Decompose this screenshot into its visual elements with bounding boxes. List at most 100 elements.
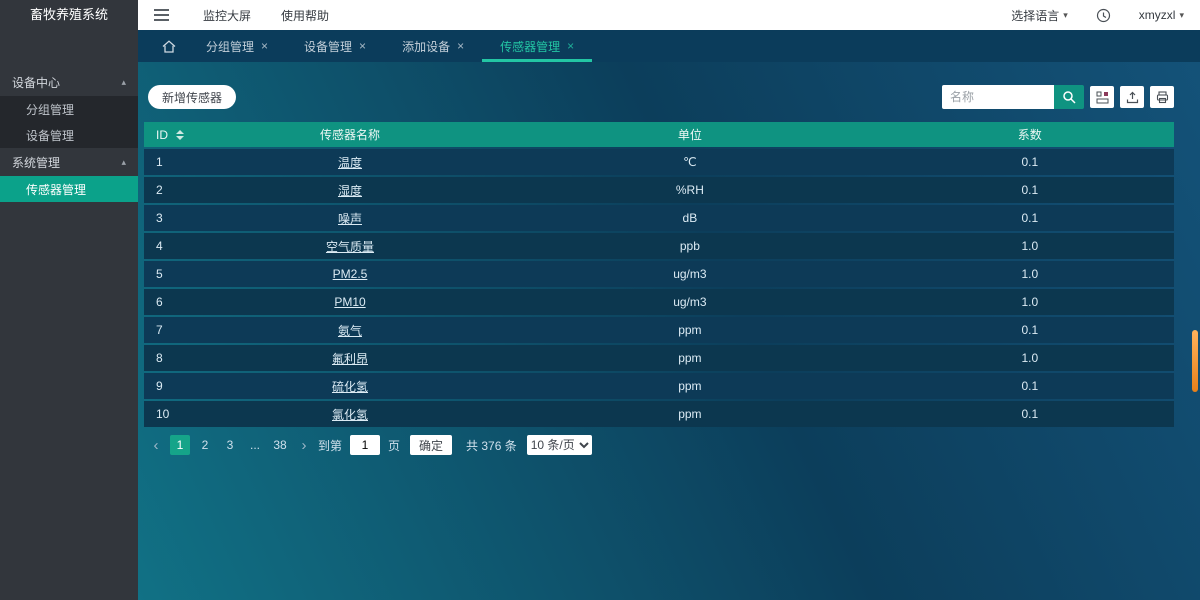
cell-coef: 0.1 xyxy=(886,373,1174,399)
topnav-item[interactable]: 监控大屏 xyxy=(203,7,251,24)
caret-down-icon: ▾ xyxy=(1179,10,1184,21)
search-input[interactable] xyxy=(942,85,1054,109)
confirm-button[interactable]: 确定 xyxy=(410,435,452,455)
cell-coef: 1.0 xyxy=(886,345,1174,371)
sensor-name-link[interactable]: 湿度 xyxy=(338,184,362,198)
cell-unit: %RH xyxy=(494,177,885,203)
sidebar: 畜牧养殖系统 设备中心 ▴ 分组管理 ▴ 设备管理 ▴ 系统管理 ▴ 传感器管理… xyxy=(0,0,138,600)
page-button[interactable]: 2 xyxy=(195,435,215,455)
cell-id: 10 xyxy=(144,401,206,427)
sensor-name-link[interactable]: 噪声 xyxy=(338,212,362,226)
tab[interactable]: 传感器管理 × xyxy=(482,30,592,62)
tab-close-icon[interactable]: × xyxy=(359,39,366,53)
cell-id: 3 xyxy=(144,205,206,231)
goto-page-input[interactable] xyxy=(350,435,380,455)
sensor-name-link[interactable]: 氟利昂 xyxy=(332,352,368,366)
cell-id: 7 xyxy=(144,317,206,343)
add-sensor-button[interactable]: 新增传感器 xyxy=(148,85,236,109)
table-row: 10 氯化氢 ppm 0.1 xyxy=(144,401,1174,427)
pagination: ‹ 123...38 › 到第 页 确定 共 376 条 10 条/页 xyxy=(148,435,1174,455)
cell-unit: dB xyxy=(494,205,885,231)
column-header-name: 传感器名称 xyxy=(206,122,494,147)
cell-coef: 1.0 xyxy=(886,261,1174,287)
columns-grid-button[interactable] xyxy=(1090,86,1114,108)
table-row: 3 噪声 dB 0.1 xyxy=(144,205,1174,231)
table-row: 8 氟利昂 ppm 1.0 xyxy=(144,345,1174,371)
language-select[interactable]: 选择语言 ▾ xyxy=(1011,7,1068,24)
tab-close-icon[interactable]: × xyxy=(457,39,464,53)
sidebar-item[interactable]: 设备中心 ▴ xyxy=(0,68,138,96)
cell-name: 噪声 xyxy=(206,205,494,231)
cell-coef: 0.1 xyxy=(886,149,1174,175)
cell-id: 1 xyxy=(144,149,206,175)
page-button[interactable]: 38 xyxy=(270,435,290,455)
toolbar: 新增传感器 xyxy=(148,84,1174,110)
export-button[interactable] xyxy=(1120,86,1144,108)
sensor-name-link[interactable]: 温度 xyxy=(338,156,362,170)
user-menu[interactable]: xmyzxl ▾ xyxy=(1139,8,1184,22)
cell-name: 温度 xyxy=(206,149,494,175)
topnav: 监控大屏 使用帮助 xyxy=(203,7,329,24)
sensor-name-link[interactable]: 氯化氢 xyxy=(332,408,368,422)
page-size-select[interactable]: 10 条/页 xyxy=(527,435,592,455)
tab-close-icon[interactable]: × xyxy=(567,39,574,53)
page-button[interactable]: ... xyxy=(245,435,265,455)
sensor-name-link[interactable]: PM2.5 xyxy=(333,267,368,281)
sensor-table: ID 传感器名称 单位 系数 1 温度 ℃ 0.1 2 湿度 %RH 0.1 3 xyxy=(144,120,1174,429)
sensor-name-link[interactable]: 空气质量 xyxy=(326,240,374,254)
caret-up-icon: ▴ xyxy=(121,157,126,168)
table-row: 9 硫化氢 ppm 0.1 xyxy=(144,373,1174,399)
sidebar-item[interactable]: 分组管理 ▴ xyxy=(0,96,138,122)
prev-page-button[interactable]: ‹ xyxy=(148,437,164,454)
table-row: 1 温度 ℃ 0.1 xyxy=(144,149,1174,175)
sensor-name-link[interactable]: PM10 xyxy=(334,295,365,309)
topbar: 监控大屏 使用帮助 选择语言 ▾ xmyzxl ▾ xyxy=(138,0,1200,30)
cell-coef: 0.1 xyxy=(886,317,1174,343)
print-icon xyxy=(1156,91,1169,104)
tab[interactable]: 设备管理 × xyxy=(286,30,384,62)
cell-coef: 1.0 xyxy=(886,233,1174,259)
tab-close-icon[interactable]: × xyxy=(261,39,268,53)
page-button[interactable]: 1 xyxy=(170,435,190,455)
cell-name: 氟利昂 xyxy=(206,345,494,371)
cell-coef: 0.1 xyxy=(886,401,1174,427)
table-row: 5 PM2.5 ug/m3 1.0 xyxy=(144,261,1174,287)
caret-down-icon: ▾ xyxy=(1063,10,1068,21)
tabbar: 分组管理 × 设备管理 × 添加设备 × 传感器管理 × xyxy=(138,30,1200,62)
main-area: 监控大屏 使用帮助 选择语言 ▾ xmyzxl ▾ xyxy=(138,0,1200,600)
sidebar-item[interactable]: 设备管理 ▴ xyxy=(0,122,138,148)
column-header-id: ID xyxy=(144,122,206,147)
scrollbar-thumb[interactable] xyxy=(1192,330,1198,392)
language-label: 选择语言 xyxy=(1011,7,1059,24)
topnav-item[interactable]: 使用帮助 xyxy=(281,7,329,24)
cell-id: 9 xyxy=(144,373,206,399)
page-button[interactable]: 3 xyxy=(220,435,240,455)
table-row: 2 湿度 %RH 0.1 xyxy=(144,177,1174,203)
cell-id: 2 xyxy=(144,177,206,203)
table-row: 7 氨气 ppm 0.1 xyxy=(144,317,1174,343)
home-icon xyxy=(162,40,176,53)
sidebar-nav: 设备中心 ▴ 分组管理 ▴ 设备管理 ▴ 系统管理 ▴ 传感器管理 ▴ xyxy=(0,30,138,202)
sidebar-item[interactable]: 系统管理 ▴ xyxy=(0,148,138,176)
sidebar-item[interactable]: 传感器管理 ▴ xyxy=(0,176,138,202)
cell-unit: ppm xyxy=(494,317,885,343)
goto-label: 到第 xyxy=(318,437,342,454)
sort-icon[interactable] xyxy=(176,130,184,140)
page-list: 123...38 xyxy=(170,435,290,455)
caret-up-icon: ▴ xyxy=(121,77,126,88)
tab[interactable]: 分组管理 × xyxy=(188,30,286,62)
cell-name: 氨气 xyxy=(206,317,494,343)
sensor-name-link[interactable]: 硫化氢 xyxy=(332,380,368,394)
app-window: 畜牧养殖系统 设备中心 ▴ 分组管理 ▴ 设备管理 ▴ 系统管理 ▴ 传感器管理… xyxy=(0,0,1200,600)
tab[interactable]: 添加设备 × xyxy=(384,30,482,62)
sensor-name-link[interactable]: 氨气 xyxy=(338,324,362,338)
tab-home[interactable] xyxy=(150,30,188,62)
next-page-button[interactable]: › xyxy=(296,437,312,454)
clock-icon[interactable] xyxy=(1096,8,1111,23)
cell-coef: 0.1 xyxy=(886,205,1174,231)
search-button[interactable] xyxy=(1054,85,1084,109)
cell-name: PM10 xyxy=(206,289,494,315)
print-button[interactable] xyxy=(1150,86,1174,108)
sidebar-toggle-icon[interactable] xyxy=(154,9,169,21)
cell-name: PM2.5 xyxy=(206,261,494,287)
